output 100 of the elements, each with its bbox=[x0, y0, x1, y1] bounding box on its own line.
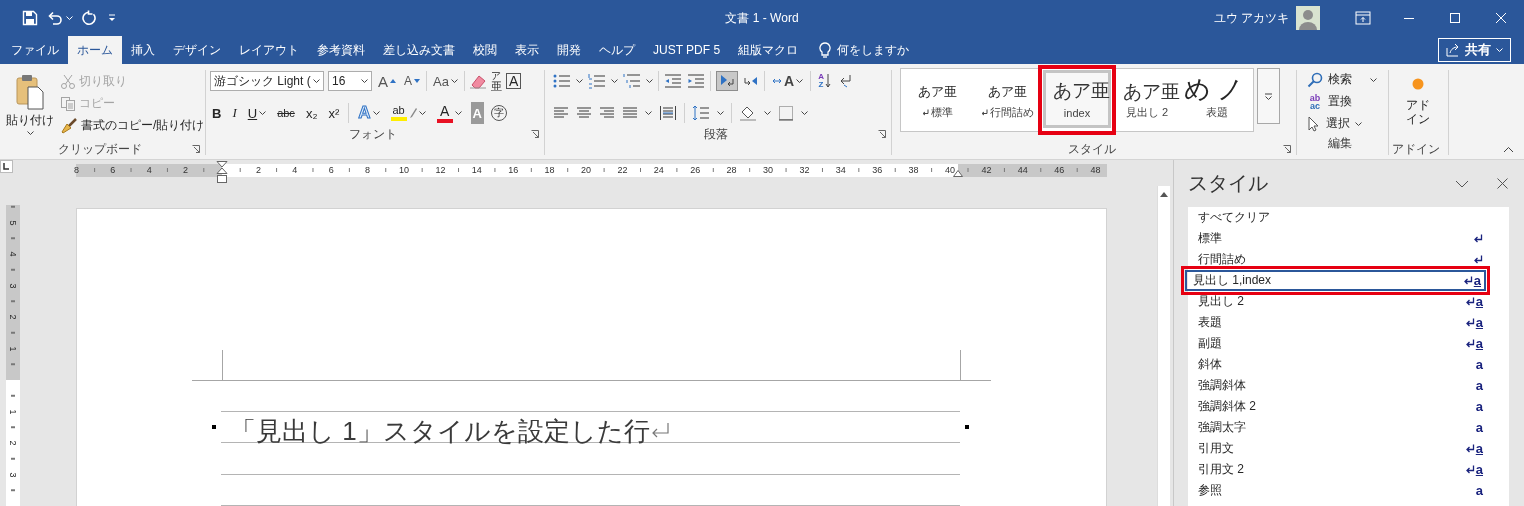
select-button[interactable]: 選択 bbox=[1307, 114, 1389, 133]
numbering-icon[interactable] bbox=[588, 73, 606, 89]
style-gallery-item[interactable]: あア亜 標準 bbox=[903, 71, 971, 129]
share-button[interactable]: 共有 bbox=[1438, 38, 1511, 62]
redo-icon[interactable] bbox=[82, 10, 98, 26]
customize-icon[interactable] bbox=[107, 14, 117, 22]
ribbon-tab[interactable]: ヘルプ bbox=[590, 36, 644, 64]
caret-icon[interactable] bbox=[450, 79, 458, 83]
ribbon-tab[interactable]: レイアウト bbox=[230, 36, 308, 64]
style-list-item[interactable]: 標準 bbox=[1188, 228, 1509, 249]
caret-icon[interactable] bbox=[717, 111, 724, 115]
text-direction-button[interactable]: A bbox=[770, 70, 806, 92]
vertical-ruler[interactable]: 5 4 3 2 1 1 2 3 bbox=[6, 205, 20, 506]
caret-icon[interactable] bbox=[454, 111, 462, 115]
collapse-chevron-icon[interactable] bbox=[1455, 179, 1469, 188]
shading-bucket-icon[interactable] bbox=[739, 105, 757, 121]
italic-button[interactable]: I bbox=[230, 102, 239, 124]
style-list-item[interactable]: 強調斜体 a bbox=[1188, 375, 1509, 396]
caret-icon[interactable] bbox=[1370, 77, 1377, 82]
dialog-launcher-icon[interactable] bbox=[531, 130, 539, 138]
align-left-icon[interactable] bbox=[553, 106, 569, 120]
style-gallery-item[interactable]: あア亜 行間詰め bbox=[973, 71, 1041, 129]
style-list-item[interactable]: 斜体 a bbox=[1188, 354, 1509, 375]
bold-button[interactable]: B bbox=[210, 102, 224, 124]
close-icon[interactable] bbox=[1497, 178, 1508, 189]
style-list-item[interactable]: すべてクリア bbox=[1188, 207, 1509, 228]
horizontal-ruler[interactable]: 8 6 4 2 2 4 6 8 10 12 14 16 18 20 22 24 26 28 30 32 34 36 38 40 42 44 46 48 bbox=[76, 164, 1107, 177]
ribbon-tab[interactable]: 差し込み文書 bbox=[374, 36, 464, 64]
style-list-item[interactable]: 行間詰め bbox=[1188, 249, 1509, 270]
dialog-launcher-icon[interactable] bbox=[192, 145, 200, 153]
ribbon-tab[interactable]: ホーム bbox=[68, 36, 122, 64]
decrease-indent-icon[interactable] bbox=[664, 73, 682, 89]
borders-icon[interactable] bbox=[778, 105, 794, 121]
left-to-right-button[interactable] bbox=[716, 71, 738, 91]
caret-icon[interactable] bbox=[611, 79, 618, 83]
strike-button[interactable]: abc bbox=[275, 102, 297, 124]
ribbon-display-icon[interactable] bbox=[1355, 11, 1371, 25]
caret-icon[interactable] bbox=[645, 111, 652, 115]
style-list-item[interactable]: 引用文 2 a bbox=[1188, 459, 1509, 480]
style-list-item[interactable]: 見出し 1,index a bbox=[1185, 270, 1486, 291]
maximize-icon[interactable] bbox=[1449, 12, 1461, 24]
paste-button[interactable]: 貼り付け bbox=[0, 70, 58, 139]
justify-icon[interactable] bbox=[622, 106, 638, 120]
line-spacing-icon[interactable] bbox=[692, 105, 710, 121]
find-button[interactable]: 検索 bbox=[1307, 70, 1389, 89]
ribbon-tab[interactable]: 参考資料 bbox=[308, 36, 374, 64]
style-list-item[interactable]: 強調太字 a bbox=[1188, 417, 1509, 438]
lightbulb-icon[interactable] bbox=[819, 41, 832, 59]
character-border-button[interactable]: A bbox=[505, 73, 522, 89]
caret-icon[interactable] bbox=[361, 79, 368, 83]
caret-icon[interactable] bbox=[576, 79, 583, 83]
font-size-field[interactable]: 16 bbox=[328, 71, 372, 91]
multilevel-list-icon[interactable] bbox=[623, 73, 641, 89]
caret-icon[interactable] bbox=[646, 79, 653, 83]
ribbon-tab[interactable]: 開発 bbox=[548, 36, 590, 64]
dialog-launcher-icon[interactable] bbox=[1283, 145, 1291, 153]
indent-marker-icon[interactable] bbox=[216, 161, 228, 183]
change-case-button[interactable]: Aa bbox=[431, 70, 460, 92]
style-list-item[interactable]: 強調斜体 2 a bbox=[1188, 396, 1509, 417]
shrink-font-button[interactable]: A bbox=[402, 70, 423, 92]
collapse-ribbon-icon[interactable] bbox=[1503, 146, 1514, 153]
style-list-item[interactable]: 参照 a bbox=[1188, 480, 1509, 501]
ribbon-tab[interactable]: デザイン bbox=[164, 36, 230, 64]
painter-button[interactable]: 書式のコピー/貼り付け bbox=[60, 116, 205, 135]
dialog-launcher-icon[interactable] bbox=[878, 130, 886, 138]
ribbon-tab[interactable]: JUST PDF 5 bbox=[644, 36, 730, 64]
ribbon-tab[interactable]: ファイル bbox=[2, 36, 68, 64]
caret-icon[interactable] bbox=[796, 79, 804, 83]
right-to-left-icon[interactable] bbox=[743, 74, 759, 88]
add-ins-button[interactable]: アドイン bbox=[1403, 78, 1433, 139]
tell-me-field[interactable]: 何をしますか bbox=[837, 43, 928, 57]
caret-icon[interactable] bbox=[764, 111, 771, 115]
avatar[interactable] bbox=[1296, 6, 1320, 30]
sort-button[interactable]: A Z bbox=[816, 70, 833, 92]
style-list-item[interactable]: 副題 a bbox=[1188, 333, 1509, 354]
style-gallery-item[interactable]: めノ 表題 bbox=[1183, 71, 1251, 129]
underline-button[interactable]: U bbox=[245, 102, 269, 124]
caret-icon[interactable] bbox=[801, 111, 808, 115]
style-list-item[interactable]: 表題 a bbox=[1188, 312, 1509, 333]
align-right-icon[interactable] bbox=[599, 106, 615, 120]
bullets-icon[interactable] bbox=[553, 73, 571, 89]
caret-icon[interactable] bbox=[418, 111, 426, 115]
increase-indent-icon[interactable] bbox=[687, 73, 705, 89]
grow-font-button[interactable]: A bbox=[376, 70, 398, 92]
right-indent-icon[interactable] bbox=[953, 170, 963, 177]
scrollbar[interactable] bbox=[1157, 186, 1170, 506]
tab-stop-icon[interactable] bbox=[0, 160, 13, 173]
save-icon[interactable] bbox=[22, 10, 38, 26]
sup-button[interactable]: x² bbox=[326, 102, 342, 124]
sub-button[interactable]: x₂ bbox=[303, 102, 320, 124]
ruby-button[interactable]: ア 亜 bbox=[490, 70, 502, 92]
eraser-icon[interactable] bbox=[468, 73, 487, 89]
ribbon-tab[interactable]: 表示 bbox=[506, 36, 548, 64]
caret-icon[interactable] bbox=[313, 79, 320, 83]
ribbon-tab[interactable]: 挿入 bbox=[122, 36, 164, 64]
style-list-item[interactable]: 見出し 2 a bbox=[1188, 291, 1509, 312]
caret-icon[interactable] bbox=[1355, 121, 1362, 126]
ribbon-tab[interactable]: 校閲 bbox=[464, 36, 506, 64]
font-color-button[interactable]: A bbox=[434, 102, 464, 124]
style-gallery-item[interactable]: あア亜 見出し 2 bbox=[1113, 71, 1181, 129]
